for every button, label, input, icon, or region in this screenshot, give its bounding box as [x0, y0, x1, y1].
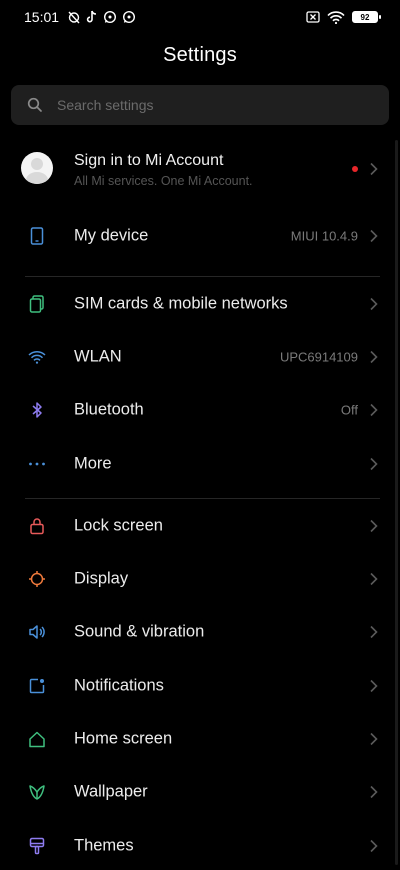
setting-label: Notifications	[74, 676, 164, 695]
settings-row-my-device[interactable]: My device MIUI 10.4.9	[0, 212, 400, 260]
section-divider	[25, 498, 380, 499]
status-time: 15:01	[24, 9, 60, 25]
wifi-icon	[27, 347, 47, 367]
settings-row-display[interactable]: Display	[0, 555, 400, 603]
wifi-status-icon	[327, 10, 345, 24]
setting-label: Wallpaper	[74, 782, 148, 801]
setting-label: Home screen	[74, 729, 173, 748]
chevron-right-icon	[370, 229, 378, 243]
setting-label: Display	[74, 569, 129, 588]
settings-row-wlan[interactable]: WLAN UPC6914109	[0, 333, 400, 381]
chevron-right-icon	[370, 572, 378, 586]
settings-row-more[interactable]: More	[0, 440, 400, 488]
page-title: Settings	[163, 44, 237, 66]
setting-label: Bluetooth	[74, 400, 144, 419]
settings-row-themes[interactable]: Themes	[0, 822, 400, 870]
chevron-right-icon	[370, 297, 378, 311]
settings-row-wallpaper[interactable]: Wallpaper	[0, 768, 400, 816]
setting-value: Off	[340, 402, 358, 418]
setting-label: Lock screen	[74, 516, 163, 535]
avatar	[21, 152, 53, 184]
lock-icon	[27, 516, 47, 536]
setting-value: UPC6914109	[279, 349, 358, 365]
setting-label: More	[74, 454, 112, 473]
settings-row-lock-screen[interactable]: Lock screen	[0, 502, 400, 550]
sim-error-icon	[306, 11, 320, 23]
whatsapp-icon	[123, 10, 136, 24]
search-placeholder: Search settings	[57, 97, 154, 113]
account-title: Sign in to Mi Account	[74, 152, 224, 169]
chevron-right-icon	[370, 679, 378, 693]
notification-icon	[27, 676, 47, 696]
setting-value: MIUI 10.4.9	[290, 228, 358, 244]
settings-row-notifications[interactable]: Notifications	[0, 662, 400, 710]
setting-label: My device	[74, 226, 149, 245]
chevron-right-icon	[370, 519, 378, 533]
more-dots-icon	[27, 454, 47, 474]
home-icon	[27, 729, 47, 749]
chevron-right-icon	[370, 839, 378, 853]
phone-icon	[27, 226, 47, 246]
status-bar: 15:01 92	[0, 0, 400, 34]
battery-level: 92	[360, 12, 370, 22]
chevron-right-icon	[370, 457, 378, 471]
settings-row-sound[interactable]: Sound & vibration	[0, 608, 400, 656]
whatsapp-icon	[104, 10, 117, 24]
search-bar[interactable]: Search settings	[11, 85, 389, 125]
chevron-right-icon	[370, 350, 378, 364]
search-icon	[27, 97, 42, 112]
display-sun-icon	[27, 569, 47, 589]
bluetooth-icon	[27, 400, 47, 420]
scrollbar[interactable]	[395, 140, 398, 865]
alarm-off-icon	[68, 11, 80, 24]
chevron-right-icon	[370, 162, 378, 176]
chevron-right-icon	[370, 785, 378, 799]
settings-row-sim-cards[interactable]: SIM cards & mobile networks	[0, 280, 400, 328]
settings-row-home-screen[interactable]: Home screen	[0, 715, 400, 763]
sim-card-icon	[27, 294, 47, 314]
setting-label: Themes	[74, 836, 134, 855]
speaker-icon	[27, 622, 47, 642]
tiktok-icon	[86, 10, 97, 23]
setting-label: WLAN	[74, 347, 122, 366]
chevron-right-icon	[370, 625, 378, 639]
section-divider	[25, 276, 380, 277]
chevron-right-icon	[370, 403, 378, 417]
account-subtitle: All Mi services. One Mi Account.	[74, 174, 253, 188]
notification-dot	[352, 166, 358, 172]
battery-icon: 92	[352, 11, 381, 23]
setting-label: SIM cards & mobile networks	[74, 294, 288, 313]
setting-label: Sound & vibration	[74, 622, 205, 641]
mi-account-row[interactable]	[0, 142, 400, 198]
notification-icons	[67, 10, 136, 24]
wallpaper-flower-icon	[27, 782, 47, 802]
themes-icon	[27, 836, 47, 856]
settings-row-bluetooth[interactable]: Bluetooth Off	[0, 386, 400, 434]
chevron-right-icon	[370, 732, 378, 746]
